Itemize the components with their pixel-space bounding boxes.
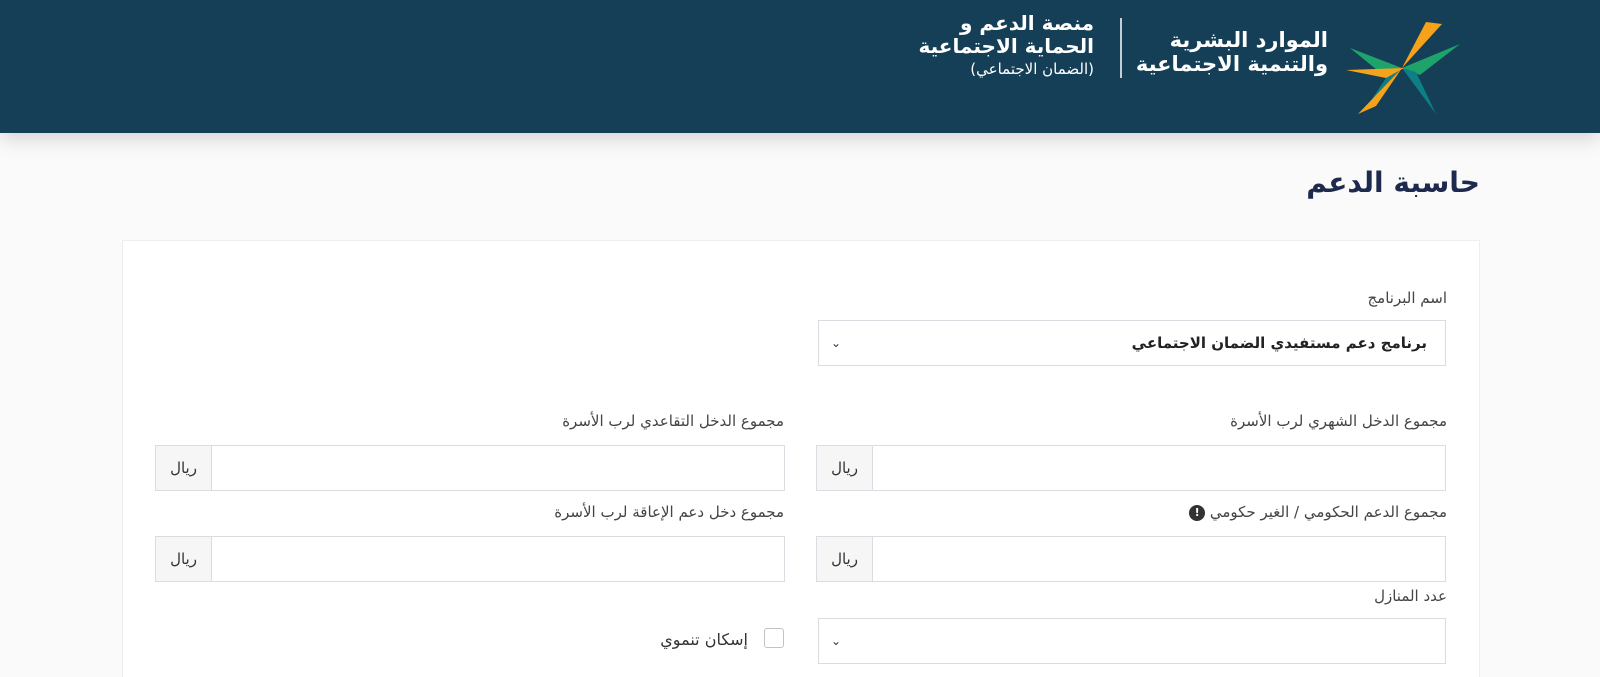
site-header: الموارد البشرية والتنمية الاجتماعية منصة… (0, 0, 1600, 133)
dev-housing-checkbox[interactable] (764, 628, 784, 648)
disability-income-input[interactable] (212, 537, 784, 581)
platform-name-line3: (الضمان الاجتماعي) (970, 60, 1094, 78)
monthly-income-input[interactable] (873, 446, 1445, 490)
homes-count-label: عدد المنازل (1374, 587, 1447, 605)
monthly-income-group: ريال (816, 445, 1446, 491)
dev-housing-label: إسكان تنموي (660, 630, 748, 649)
disability-income-label: مجموع دخل دعم الإعاقة لرب الأسرة (554, 503, 784, 521)
ministry-name-line1: الموارد البشرية (1169, 28, 1328, 52)
ministry-name: الموارد البشرية والتنمية الاجتماعية (1108, 28, 1328, 76)
gov-support-label: مجموع الدعم الحكومي / الغير حكومي ! (1183, 503, 1447, 521)
platform-name: منصة الدعم و الحماية الاجتماعية (الضمان … (874, 11, 1095, 80)
program-select-value: برنامج دعم مستفيدي الضمان الاجتماعي (1131, 334, 1427, 352)
chevron-down-icon: ⌄ (831, 634, 842, 648)
gov-support-currency: ريال (817, 537, 873, 581)
gov-support-label-text: مجموع الدعم الحكومي / الغير حكومي (1209, 503, 1447, 521)
disability-income-group: ريال (155, 536, 785, 582)
header-divider (1120, 18, 1122, 78)
retirement-income-input[interactable] (212, 446, 784, 490)
program-label: اسم البرنامج (1367, 289, 1448, 307)
monthly-income-label: مجموع الدخل الشهري لرب الأسرة (1230, 412, 1447, 430)
gov-support-group: ريال (816, 536, 1446, 582)
program-select[interactable]: برنامج دعم مستفيدي الضمان الاجتماعي ⌄ (818, 320, 1446, 366)
gov-support-input[interactable] (873, 537, 1445, 581)
retirement-income-label: مجموع الدخل التقاعدي لرب الأسرة (562, 412, 784, 430)
retirement-income-currency: ريال (156, 446, 212, 490)
retirement-income-group: ريال (155, 445, 785, 491)
ministry-logo-icon (1346, 22, 1460, 114)
page-title: حاسبة الدعم (1306, 166, 1480, 199)
info-icon[interactable]: ! (1189, 504, 1206, 521)
platform-name-line1: منصة الدعم و (959, 11, 1094, 35)
monthly-income-currency: ريال (817, 446, 873, 490)
platform-name-line2: الحماية الاجتماعية (918, 34, 1095, 58)
homes-count-select[interactable]: ⌄ (818, 618, 1446, 664)
chevron-down-icon: ⌄ (831, 336, 842, 350)
disability-income-currency: ريال (156, 537, 212, 581)
ministry-name-line2: والتنمية الاجتماعية (1135, 52, 1328, 76)
